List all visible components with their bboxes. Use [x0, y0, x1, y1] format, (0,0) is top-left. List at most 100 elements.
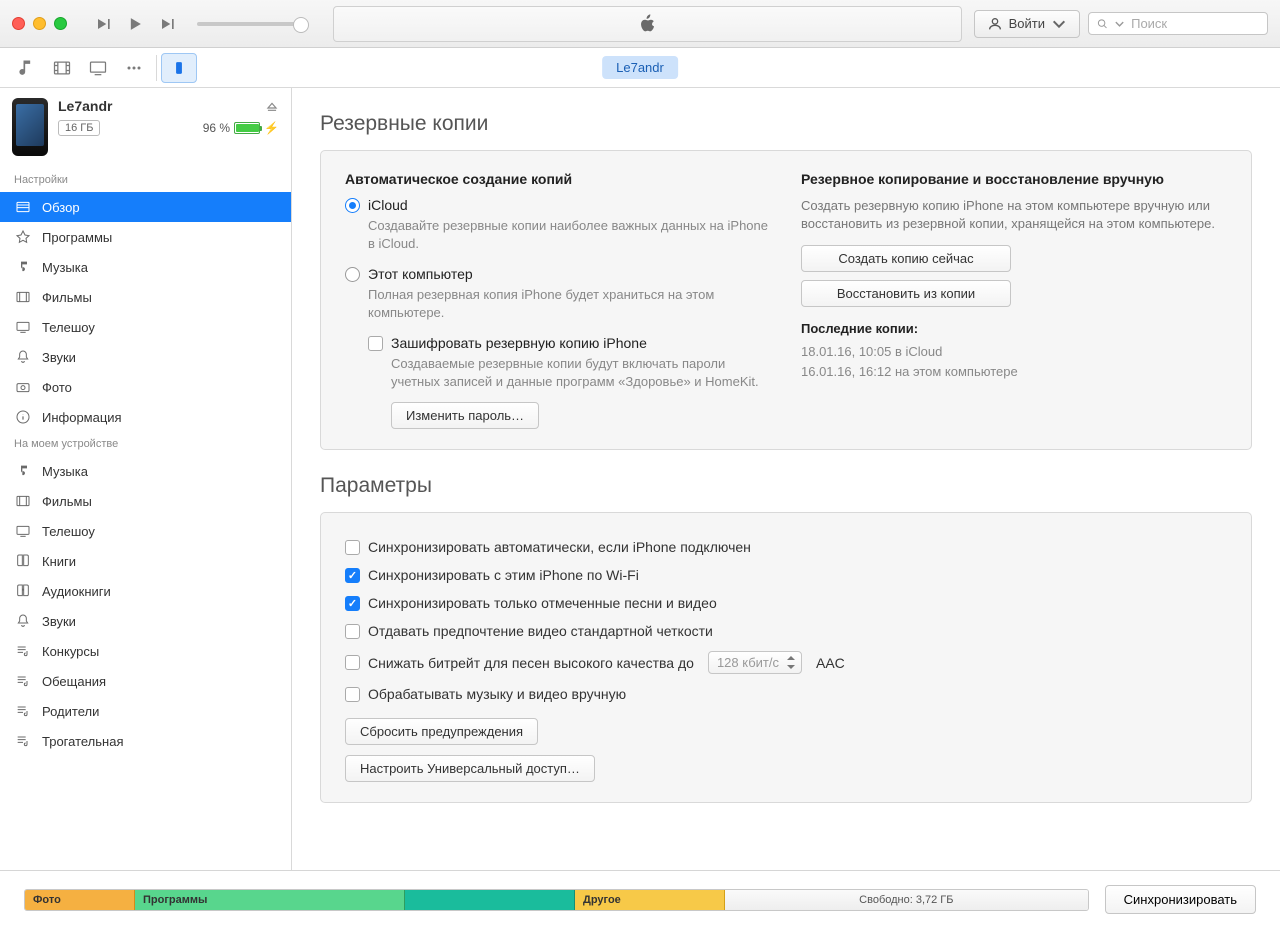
sidebar-item-label: Звуки	[42, 614, 76, 629]
film-icon	[14, 288, 32, 306]
sidebar-item-книги[interactable]: Книги	[0, 546, 291, 576]
last-backups-title: Последние копии:	[801, 321, 1227, 336]
minimize-window-button[interactable]	[33, 17, 46, 30]
capacity-badge: 16 ГБ	[58, 120, 100, 136]
sidebar-item-программы[interactable]: Программы	[0, 222, 291, 252]
separator	[156, 55, 157, 81]
search-input[interactable]	[1131, 16, 1259, 31]
sidebar-item-звуки[interactable]: Звуки	[0, 606, 291, 636]
movies-tab[interactable]	[44, 52, 80, 84]
sidebar-item-label: Родители	[42, 704, 99, 719]
next-track-button[interactable]	[151, 14, 183, 34]
change-password-button[interactable]: Изменить пароль…	[391, 402, 539, 429]
main-content: Резервные копии Автоматическое создание …	[292, 88, 1280, 870]
backups-panel: Автоматическое создание копий iCloud Соз…	[320, 150, 1252, 450]
option-checkbox-5[interactable]	[345, 687, 360, 702]
user-icon	[987, 16, 1003, 32]
sidebar-item-обещания[interactable]: Обещания	[0, 666, 291, 696]
configure-access-button[interactable]: Настроить Универсальный доступ…	[345, 755, 595, 782]
more-tab[interactable]	[116, 52, 152, 84]
option-row-2[interactable]: Синхронизировать только отмеченные песни…	[345, 589, 1227, 617]
auto-backup-heading: Автоматическое создание копий	[345, 171, 771, 187]
option-label: Синхронизировать с этим iPhone по Wi-Fi	[368, 567, 639, 583]
encrypt-row[interactable]: Зашифровать резервную копию iPhone	[368, 335, 771, 351]
sidebar: Le7andr 16 ГБ 96 % ⚡ Настройки ОбзорПрог…	[0, 88, 292, 870]
bitrate-select[interactable]: 128 кбит/с	[708, 651, 802, 674]
computer-desc: Полная резервная копия iPhone будет хран…	[368, 286, 771, 321]
radio-icloud[interactable]	[345, 198, 360, 213]
manual-backup-desc: Создать резервную копию iPhone на этом к…	[801, 197, 1227, 233]
device-image	[12, 98, 48, 156]
search-field[interactable]	[1088, 12, 1268, 35]
close-window-button[interactable]	[12, 17, 25, 30]
sidebar-item-label: Фильмы	[42, 494, 92, 509]
sidebar-item-label: Программы	[42, 230, 112, 245]
icloud-desc: Создавайте резервные копии наиболее важн…	[368, 217, 771, 252]
sidebar-item-label: Трогательная	[42, 734, 124, 749]
sidebar-item-информация[interactable]: Информация	[0, 402, 291, 432]
option-checkbox-2[interactable]	[345, 596, 360, 611]
device-name: Le7andr	[58, 98, 112, 114]
sidebar-item-телешоу[interactable]: Телешоу	[0, 516, 291, 546]
play-button[interactable]	[119, 14, 151, 34]
option-label: Снижать битрейт для песен высокого качес…	[368, 655, 694, 671]
titlebar: Войти	[0, 0, 1280, 48]
encrypt-checkbox[interactable]	[368, 336, 383, 351]
computer-radio-row[interactable]: Этот компьютер	[345, 266, 771, 282]
search-icon	[1097, 17, 1108, 31]
lcd-display	[333, 6, 962, 42]
option-checkbox-1[interactable]	[345, 568, 360, 583]
music-icon	[14, 258, 32, 276]
sidebar-item-трогательная[interactable]: Трогательная	[0, 726, 291, 756]
tv-icon	[14, 522, 32, 540]
encrypt-label: Зашифровать резервную копию iPhone	[391, 335, 647, 351]
playlist-icon	[14, 642, 32, 660]
sidebar-item-музыка[interactable]: Музыка	[0, 456, 291, 486]
sidebar-item-музыка[interactable]: Музыка	[0, 252, 291, 282]
zoom-window-button[interactable]	[54, 17, 67, 30]
sidebar-item-фильмы[interactable]: Фильмы	[0, 282, 291, 312]
tv-tab[interactable]	[80, 52, 116, 84]
sidebar-item-обзор[interactable]: Обзор	[0, 192, 291, 222]
option-row-3[interactable]: Отдавать предпочтение видео стандартной …	[345, 617, 1227, 645]
sidebar-item-аудиокниги[interactable]: Аудиокниги	[0, 576, 291, 606]
chevron-down-icon	[1114, 17, 1125, 31]
option-checkbox-3[interactable]	[345, 624, 360, 639]
option-checkbox-4[interactable]	[345, 655, 360, 670]
sidebar-item-телешоу[interactable]: Телешоу	[0, 312, 291, 342]
music-tab[interactable]	[8, 52, 44, 84]
option-row-4[interactable]: Снижать битрейт для песен высокого качес…	[345, 645, 1227, 680]
sidebar-item-label: Звуки	[42, 350, 76, 365]
option-row-1[interactable]: Синхронизировать с этим iPhone по Wi-Fi	[345, 561, 1227, 589]
reset-warnings-button[interactable]: Сбросить предупреждения	[345, 718, 538, 745]
prev-track-button[interactable]	[87, 14, 119, 34]
backup-now-button[interactable]: Создать копию сейчас	[801, 245, 1011, 272]
sidebar-item-звуки[interactable]: Звуки	[0, 342, 291, 372]
option-checkbox-0[interactable]	[345, 540, 360, 555]
music-icon	[14, 462, 32, 480]
restore-button[interactable]: Восстановить из копии	[801, 280, 1011, 307]
storage-seg-other: Другое	[575, 890, 725, 910]
sidebar-item-фильмы[interactable]: Фильмы	[0, 486, 291, 516]
media-toolbar: Le7andr	[0, 48, 1280, 88]
sidebar-item-конкурсы[interactable]: Конкурсы	[0, 636, 291, 666]
radio-computer[interactable]	[345, 267, 360, 282]
option-label: Синхронизировать автоматически, если iPh…	[368, 539, 751, 555]
device-chip[interactable]: Le7andr	[602, 56, 678, 79]
sidebar-item-label: Фото	[42, 380, 72, 395]
icloud-radio-row[interactable]: iCloud	[345, 197, 771, 213]
volume-slider[interactable]	[197, 22, 307, 26]
sidebar-item-label: Телешоу	[42, 524, 95, 539]
option-label: Обрабатывать музыку и видео вручную	[368, 686, 626, 702]
sync-button[interactable]: Синхронизировать	[1105, 885, 1256, 914]
device-tab[interactable]	[161, 53, 197, 83]
sidebar-item-label: Конкурсы	[42, 644, 99, 659]
list-icon	[14, 198, 32, 216]
sidebar-item-фото[interactable]: Фото	[0, 372, 291, 402]
account-button[interactable]: Войти	[974, 10, 1080, 38]
options-panel: Синхронизировать автоматически, если iPh…	[320, 512, 1252, 803]
eject-button[interactable]	[265, 101, 279, 118]
option-row-5[interactable]: Обрабатывать музыку и видео вручную	[345, 680, 1227, 708]
sidebar-item-родители[interactable]: Родители	[0, 696, 291, 726]
option-row-0[interactable]: Синхронизировать автоматически, если iPh…	[345, 533, 1227, 561]
